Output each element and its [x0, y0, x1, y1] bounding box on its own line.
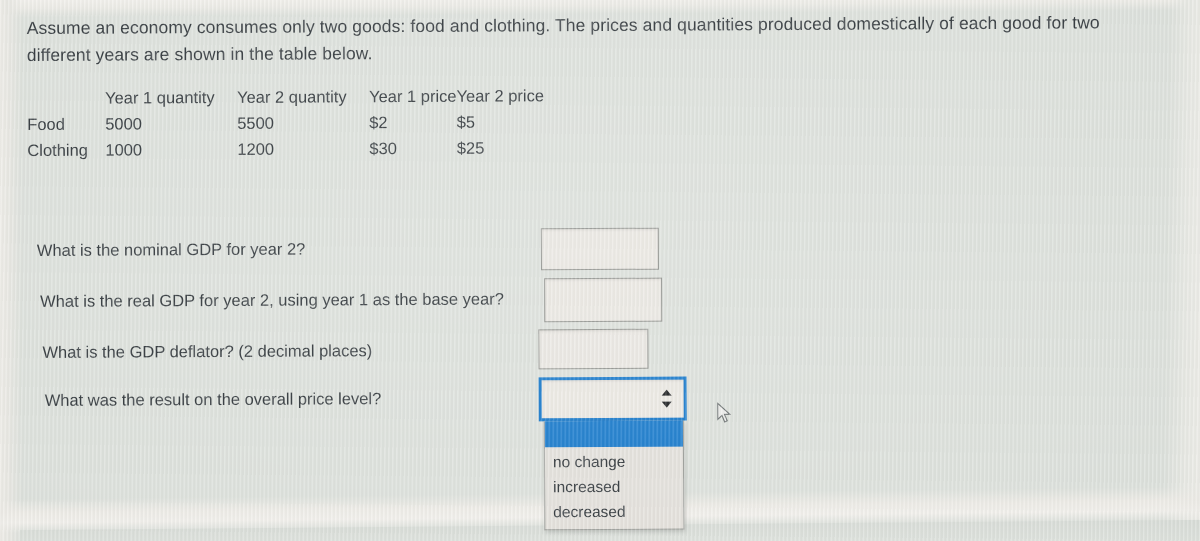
answer-input-gdp-deflator[interactable] — [538, 328, 649, 370]
cell-clothing-year1-price: $30 — [369, 140, 397, 159]
table-row: Clothing 1000 1200 $30 $25 — [27, 135, 557, 164]
select-option-no-change[interactable]: no change — [545, 447, 683, 476]
select-option-increased[interactable]: increased — [545, 475, 683, 501]
question-label-nominal-gdp: What is the nominal GDP for year 2? — [36, 240, 306, 260]
answer-select-price-level[interactable]: no change increased decreased — [538, 376, 687, 531]
spinner-up-arrow-icon[interactable] — [661, 389, 672, 396]
worksheet-content: Assume an economy consumes only two good… — [0, 0, 1200, 541]
table-row: Food 5000 5500 $2 $5 — [27, 109, 557, 138]
question-label-price-level-result: What was the result on the overall price… — [44, 390, 382, 410]
cell-food-year2-price: $5 — [456, 113, 476, 132]
row-label-food: Food — [27, 115, 65, 134]
table-header-row: Year 1 quantity Year 2 quantity Year 1 p… — [27, 83, 557, 112]
select-option-list[interactable]: no change increased decreased — [543, 420, 685, 531]
question-label-gdp-deflator: What is the GDP deflator? (2 decimal pla… — [42, 342, 373, 362]
select-closed-box[interactable] — [538, 376, 687, 422]
column-header-year2-quantity: Year 2 quantity — [237, 88, 347, 107]
question-prompt-text: Assume an economy consumes only two good… — [26, 12, 1100, 65]
spinner-down-arrow-icon[interactable] — [661, 401, 672, 408]
mouse-arrow-cursor — [717, 402, 732, 423]
question-label-real-gdp: What is the real GDP for year 2, using y… — [40, 290, 504, 311]
select-option-blank[interactable] — [544, 420, 683, 448]
up-down-spinner-icon[interactable] — [661, 389, 672, 408]
table-corner-cell — [27, 86, 105, 112]
cell-food-year1-price: $2 — [369, 114, 388, 133]
screenshot-root: Assume an economy consumes only two good… — [0, 0, 1200, 541]
answer-input-nominal-gdp[interactable] — [540, 227, 659, 271]
cell-food-year1-quantity: 5000 — [105, 115, 142, 134]
row-label-clothing: Clothing — [27, 141, 88, 160]
select-option-decreased[interactable]: decreased — [545, 500, 683, 530]
cell-clothing-year2-price: $25 — [456, 139, 485, 158]
cell-clothing-year1-quantity: 1000 — [105, 141, 143, 160]
column-header-year2-price: Year 2 price — [456, 87, 545, 106]
prices-quantities-table: Year 1 quantity Year 2 quantity Year 1 p… — [27, 83, 557, 164]
answer-input-real-gdp[interactable] — [544, 277, 663, 323]
column-header-year1-price: Year 1 price — [369, 87, 457, 107]
column-header-year1-quantity: Year 1 quantity — [105, 89, 215, 108]
cell-food-year2-quantity: 5500 — [237, 114, 274, 133]
cell-clothing-year2-quantity: 1200 — [237, 140, 275, 159]
